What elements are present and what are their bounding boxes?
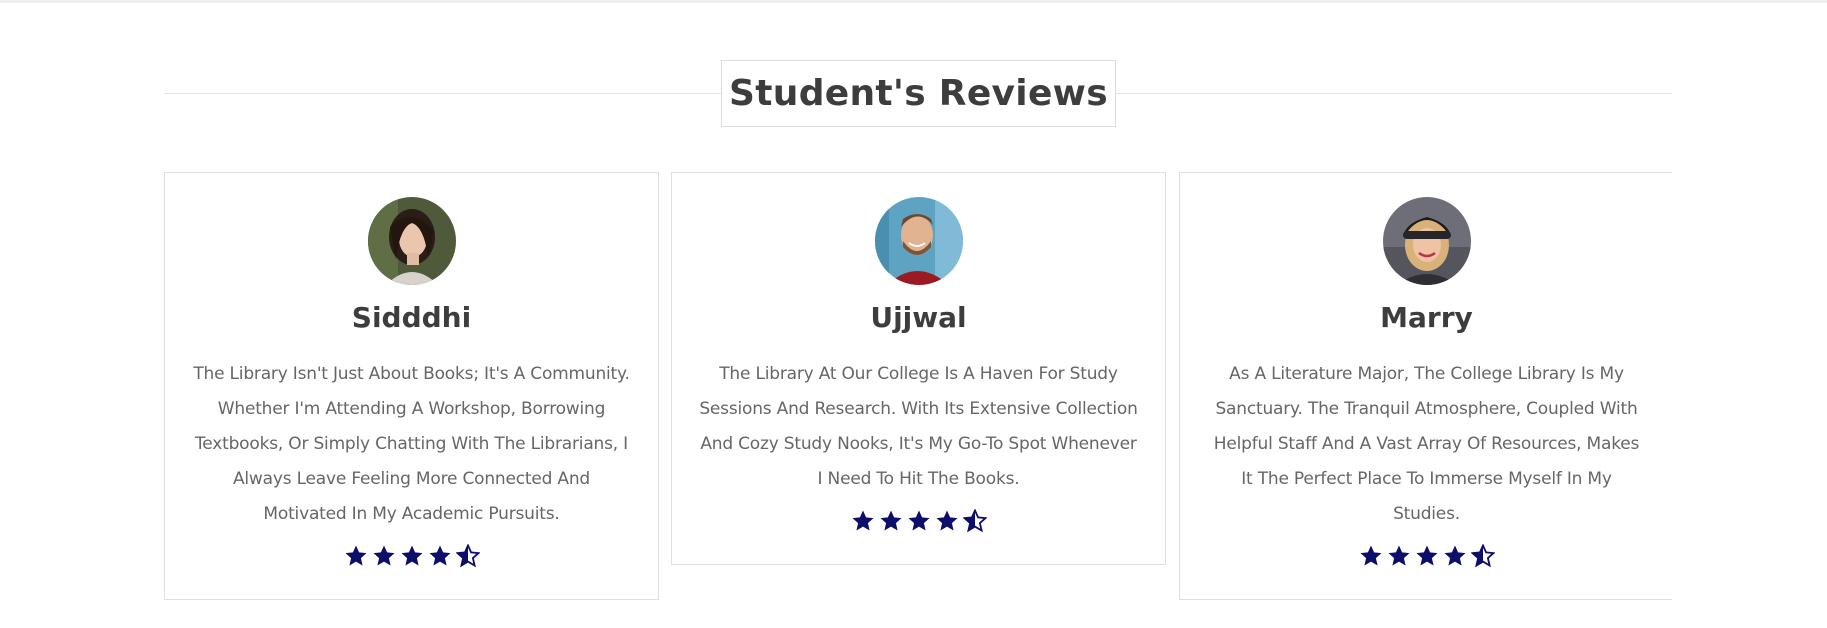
star-half-icon bbox=[455, 544, 480, 568]
review-card: Sidddhi The Library Isn't Just About Boo… bbox=[164, 172, 659, 600]
avatar bbox=[874, 197, 963, 285]
star-icon bbox=[1444, 545, 1465, 566]
star-icon bbox=[1416, 545, 1437, 566]
star-icon bbox=[373, 545, 394, 566]
section-title: Student's Reviews bbox=[729, 73, 1108, 114]
review-card: Marry As A Literature Major, The College… bbox=[1179, 172, 1672, 600]
review-card: Ujjwal The Library At Our College Is A H… bbox=[671, 172, 1166, 565]
section-title-box: Student's Reviews bbox=[721, 60, 1116, 127]
reviewer-name: Marry bbox=[1380, 301, 1473, 334]
star-rating bbox=[851, 509, 987, 533]
reviewer-name: Sidddhi bbox=[351, 301, 472, 334]
review-text: As A Literature Major, The College Libra… bbox=[1213, 364, 1640, 524]
star-icon bbox=[936, 510, 957, 531]
avatar bbox=[1382, 197, 1471, 285]
star-half-icon bbox=[962, 509, 987, 533]
reviews-carousel: Sidddhi The Library Isn't Just About Boo… bbox=[164, 172, 1672, 602]
avatar bbox=[367, 197, 456, 285]
star-icon bbox=[1360, 545, 1381, 566]
star-icon bbox=[401, 545, 422, 566]
star-half-icon bbox=[1470, 544, 1495, 568]
review-text: The Library At Our College Is A Haven Fo… bbox=[699, 364, 1138, 489]
star-icon bbox=[429, 545, 450, 566]
star-icon bbox=[908, 510, 929, 531]
star-rating bbox=[1359, 544, 1495, 568]
reviewer-name: Ujjwal bbox=[870, 301, 967, 334]
star-icon bbox=[345, 545, 366, 566]
star-rating bbox=[344, 544, 480, 568]
reviews-section: Student's Reviews Sidddhi The Library Is… bbox=[164, 0, 1672, 628]
star-icon bbox=[880, 510, 901, 531]
star-icon bbox=[852, 510, 873, 531]
star-icon bbox=[1388, 545, 1409, 566]
review-text: The Library Isn't Just About Books; It's… bbox=[193, 364, 630, 524]
section-header: Student's Reviews bbox=[164, 60, 1672, 127]
